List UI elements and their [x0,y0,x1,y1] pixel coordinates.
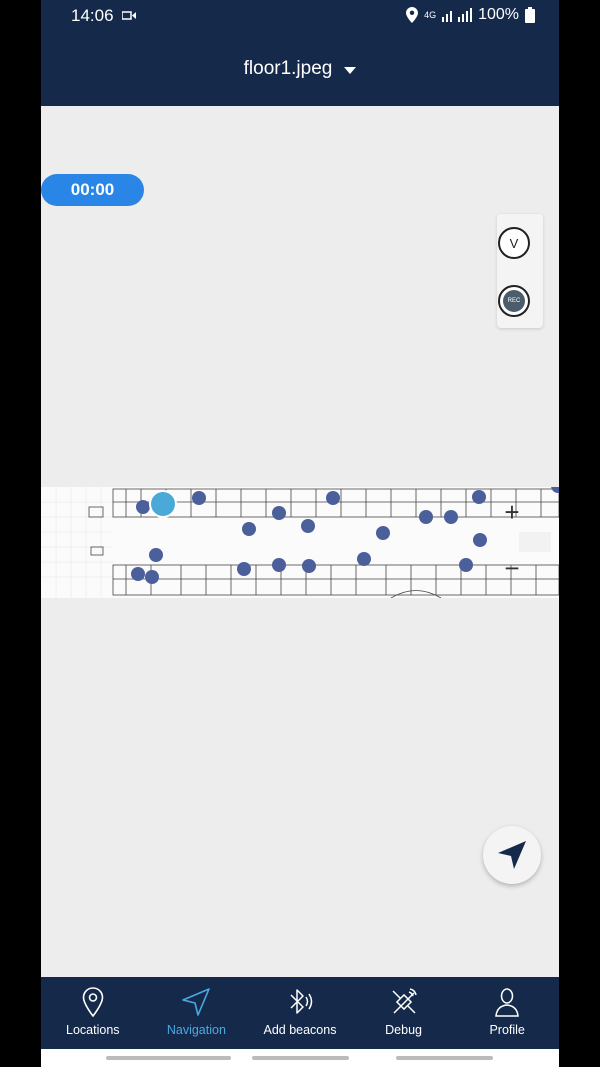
bluetooth-beacon-icon [290,989,313,1014]
battery-percent: 100% [478,6,519,23]
profile-icon [495,988,520,1017]
v-button[interactable]: V [498,227,530,259]
recents-gesture[interactable] [106,1056,231,1060]
nav-item-locations[interactable]: Locations [41,977,145,1049]
location-status-icon [406,7,419,23]
signal-bars-icon [442,8,473,22]
nav-item-profile[interactable]: Profile [455,977,559,1049]
app-header: 14:06 4G 100% floor1.jpeg [41,0,559,106]
network-type: 4G [424,9,437,20]
zoom-in-button[interactable]: + [499,499,525,525]
nav-item-add-beacons[interactable]: Add beacons [248,977,352,1049]
navigation-arrow-icon [182,988,211,1016]
nav-item-debug[interactable]: Debug [352,977,456,1049]
floor-title[interactable]: floor1.jpeg [244,58,333,80]
nav-label-add-beacons: Add beacons [263,1023,337,1037]
zoom-out-button[interactable]: − [499,555,525,581]
nav-label-profile: Profile [489,1023,525,1037]
battery-icon [525,7,535,23]
navigation-arrow-icon [498,841,526,869]
system-nav-bar [41,1049,559,1067]
status-time: 14:06 [71,6,114,25]
nav-item-navigation[interactable]: Navigation [145,977,249,1049]
home-gesture[interactable] [252,1056,349,1060]
nav-label-locations: Locations [66,1023,120,1037]
location-pin-icon [82,987,104,1018]
rec-button[interactable]: REC [498,285,530,317]
floor-selector[interactable]: floor1.jpeg [41,54,559,84]
floor-map[interactable] [41,487,559,598]
back-gesture[interactable] [396,1056,493,1060]
status-indicators: 4G 100% [406,6,535,24]
nav-label-debug: Debug [385,1023,422,1037]
debug-satellite-icon [392,988,417,1014]
rec-label: REC [503,290,525,312]
bottom-navigation: Locations Navigation Add beacons Debug P… [41,977,559,1049]
app-screen: 14:06 4G 100% floor1.jpeg 00:00 V REC + … [41,0,559,1067]
nav-label-navigation: Navigation [166,1023,226,1037]
video-camera-icon [122,11,136,20]
timer-badge: 00:00 [41,174,144,206]
recenter-button[interactable] [483,826,541,884]
dropdown-caret-icon[interactable] [344,66,357,74]
